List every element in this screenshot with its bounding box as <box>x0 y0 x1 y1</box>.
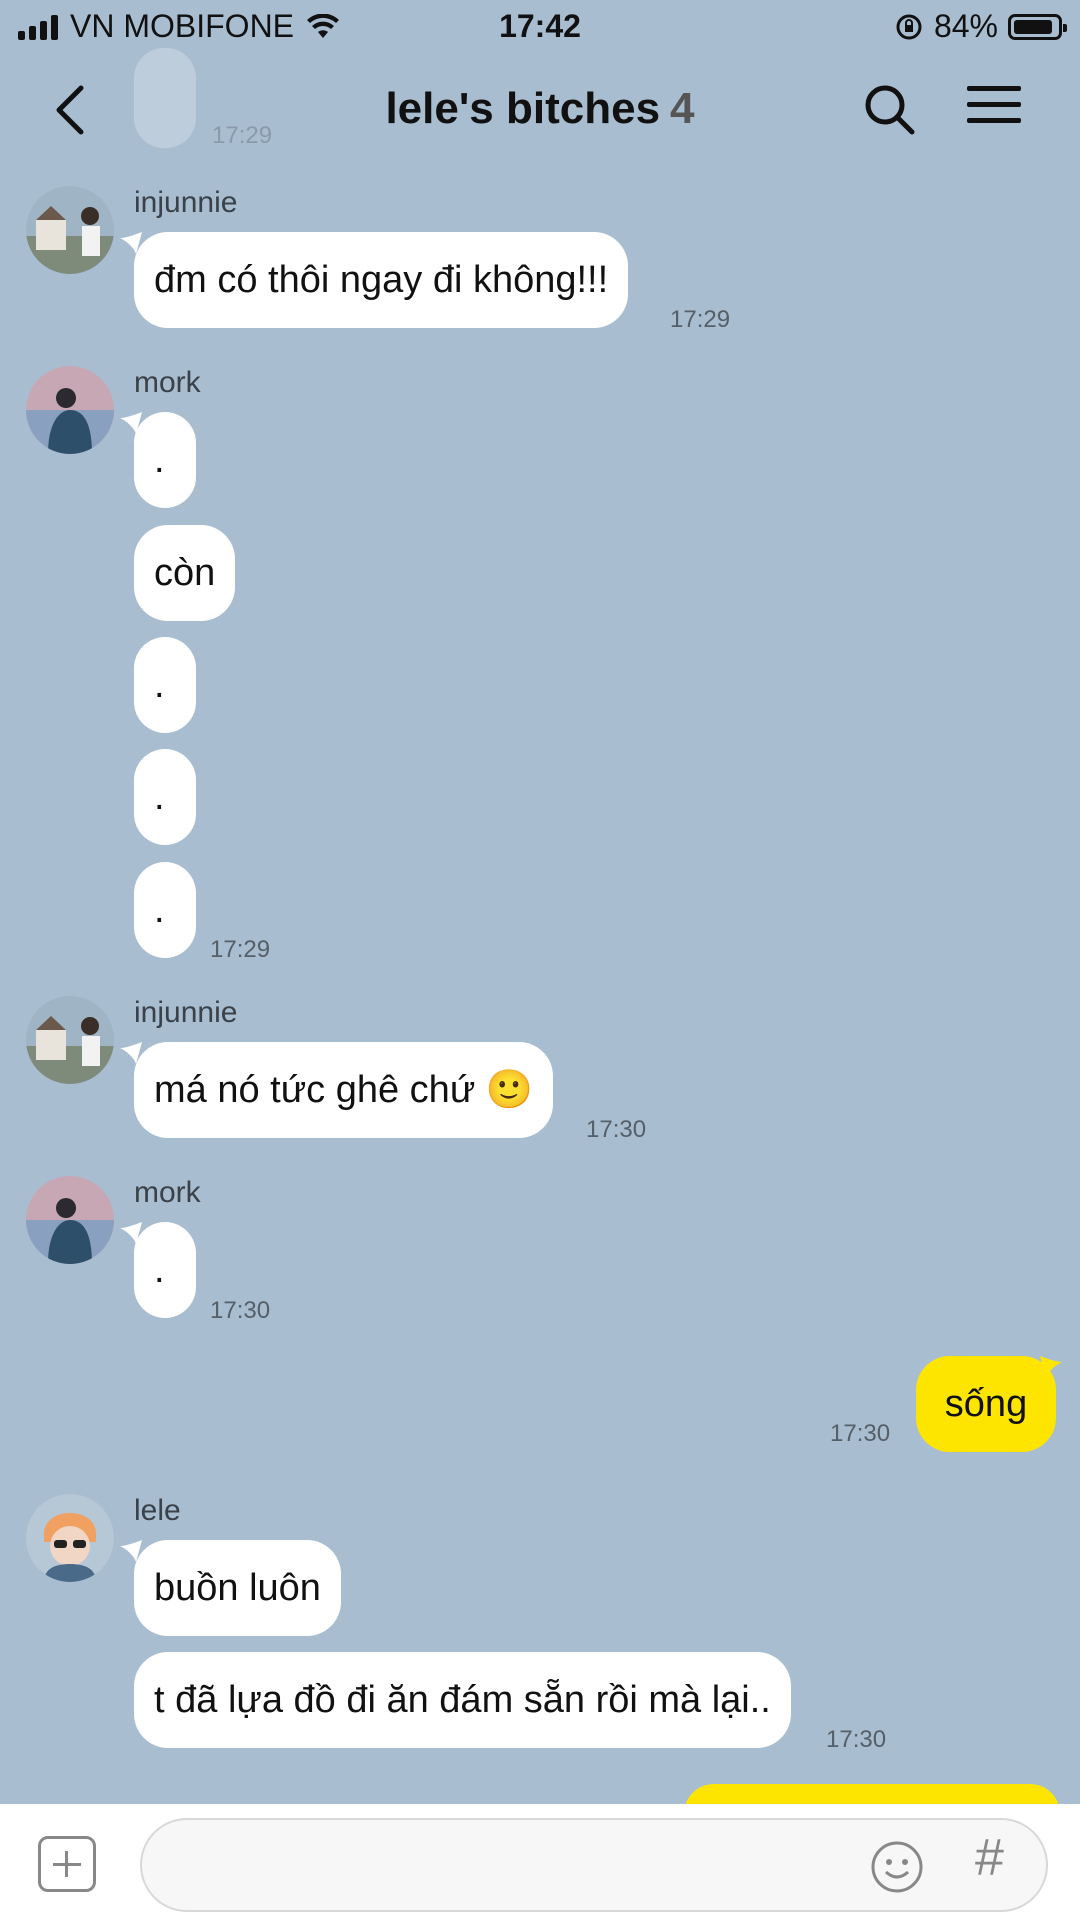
menu-icon <box>967 86 1021 123</box>
bubble-tail <box>1040 1356 1062 1378</box>
message-bubble[interactable]: má nó tức ghê chứ 🙂 <box>134 1042 554 1138</box>
avatar-mork[interactable] <box>26 1176 114 1264</box>
message-bubble[interactable]: đm có thôi ngay đi không!!! <box>134 232 629 328</box>
message-time: 17:30 <box>210 1297 271 1324</box>
message-time: 17:30 <box>830 1420 891 1447</box>
message-bubble[interactable]: còn <box>134 525 236 621</box>
emoji-icon[interactable] <box>870 1840 924 1894</box>
message-time: 17:29 <box>670 306 731 333</box>
message-bubble[interactable]: . <box>134 637 196 733</box>
message-bubble[interactable]: . <box>134 862 196 958</box>
battery-percent: 84% <box>933 8 998 44</box>
avatar-injunnie[interactable] <box>26 186 114 274</box>
message-bubble[interactable]: . <box>134 1222 196 1318</box>
message-bubble[interactable]: t đã lựa đồ đi ăn đám sẵn rồi mà lại.. <box>134 1652 791 1748</box>
message-bubble[interactable]: . <box>134 749 196 845</box>
chat-header: lele's bitches 4 <box>0 60 1080 160</box>
sender-name: mork <box>134 1176 201 1209</box>
message-bubble[interactable]: buồn luôn <box>134 1540 341 1636</box>
member-count: 4 <box>670 84 695 133</box>
sender-name: mork <box>134 366 201 399</box>
message-input-bar: # <box>0 1804 1080 1920</box>
message-time: 17:29 <box>210 936 271 963</box>
hash-icon[interactable]: # <box>975 1828 1004 1888</box>
sender-name: injunnie <box>134 996 238 1029</box>
my-message-bubble[interactable]: sống <box>916 1356 1056 1452</box>
avatar-injunnie[interactable] <box>26 996 114 1084</box>
menu-button[interactable] <box>965 80 1035 140</box>
message-bubble[interactable]: . <box>134 412 196 508</box>
message-time: 17:30 <box>826 1726 887 1753</box>
message-time: 17:30 <box>586 1116 647 1143</box>
sender-name: lele <box>134 1494 181 1527</box>
search-icon <box>865 85 915 135</box>
status-bar: VN MOBIFONE 17:42 84% <box>0 0 1080 52</box>
sender-name: injunnie <box>134 186 238 219</box>
chat-name: lele's bitches <box>385 84 661 133</box>
battery-icon <box>1008 13 1067 40</box>
avatar-mork[interactable] <box>26 366 114 454</box>
plus-icon[interactable] <box>38 1836 96 1892</box>
rotation-lock-icon <box>896 14 922 39</box>
avatar-lele[interactable] <box>26 1494 114 1582</box>
search-button[interactable] <box>860 80 920 140</box>
